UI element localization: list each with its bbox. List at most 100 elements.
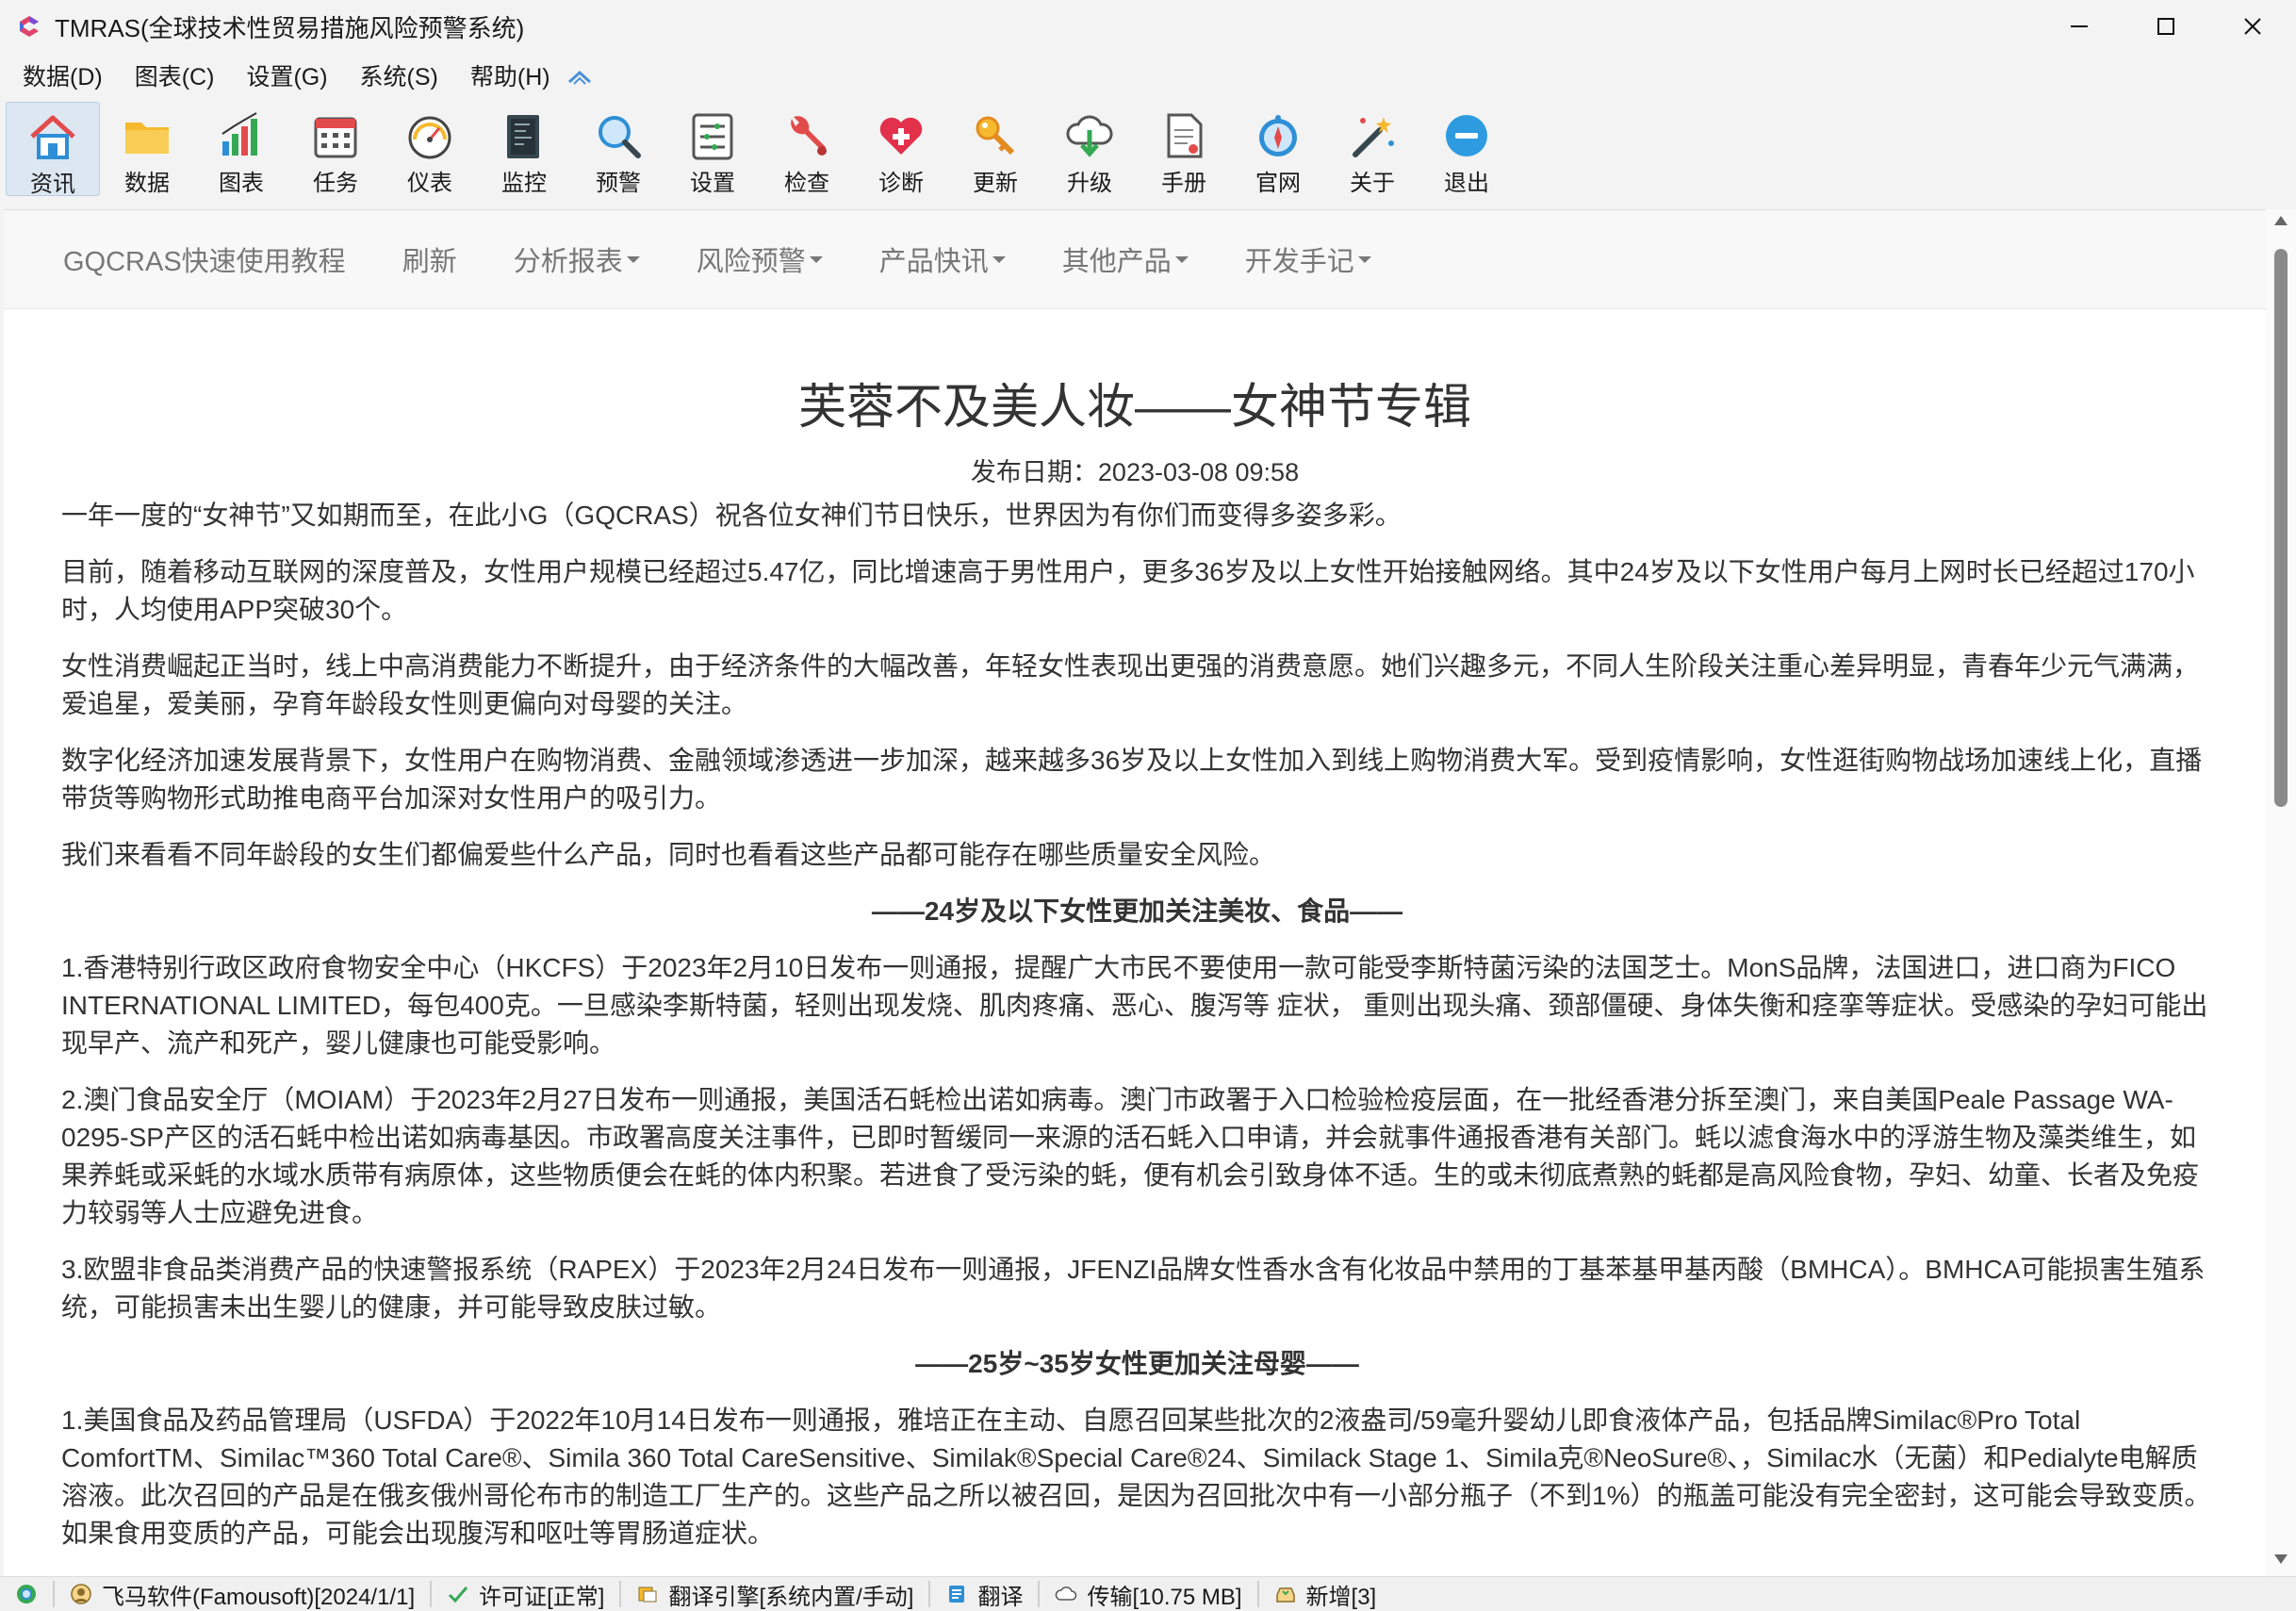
bar-chart-icon [215,109,268,162]
status-globe [0,1581,55,1607]
article-paragraph: 2.澳门食品安全厅（MOIAM）于2023年2月27日发布一则通报，美国活石蚝检… [61,1085,2200,1227]
menu-help[interactable]: 帮助(H) [454,55,566,100]
toolbar: 资讯 数据 图表 任务 仪表 监控 预警 设置 检查 诊断 更新 升级 手册 官… [6,102,1514,198]
article-paragraph: 1.美国食品及药品管理局（USFDA）于2022年10月14日发布一则通报，雅培… [61,1406,2211,1548]
nav-product-news-dropdown[interactable]: 产品快讯 [851,239,1034,279]
close-icon [2244,18,2261,35]
status-engine-text: 翻译引擎[系统内置/手动] [668,1584,914,1610]
nav-other-products-dropdown[interactable]: 其他产品 [1034,239,1217,279]
toolbar-label: 设置 [690,171,735,196]
menu-settings[interactable]: 设置(G) [230,55,343,100]
toolbar-warning-button[interactable]: 预警 [571,102,665,196]
scroll-up-arrow-icon[interactable] [2266,215,2296,234]
status-user: 飞马软件(Famousoft)[2024/1/1] [55,1581,433,1610]
article-paragraph: 我们来看看不同年龄段的女生们都偏爱些什么产品，同时也看看这些产品都可能存在哪些质… [61,840,1276,869]
menu-bar: 数据(D) 图表(C) 设置(G) 系统(S) 帮助(H) [0,55,2296,100]
scroll-down-arrow-icon[interactable] [2266,1553,2296,1572]
minimize-button[interactable] [2036,0,2123,53]
check-icon [447,1583,469,1605]
status-license-text: 许可证[正常] [479,1584,605,1610]
status-translate[interactable]: 翻译 [930,1581,1041,1610]
status-user-text: 飞马软件(Famousoft)[2024/1/1] [102,1584,416,1610]
home-icon [26,110,79,163]
toolbar-label: 退出 [1444,171,1489,196]
toolbar-label: 升级 [1067,171,1112,196]
heart-plus-icon [875,109,927,162]
toolbar-data-button[interactable]: 数据 [100,102,194,196]
toolbar-diagnose-button[interactable]: 诊断 [854,102,948,196]
toolbar-website-button[interactable]: 官网 [1231,102,1325,196]
cloud-icon [1055,1583,1077,1605]
status-new-text: 新增[3] [1305,1584,1377,1610]
menu-system[interactable]: 系统(S) [344,55,454,100]
article: 芙蓉不及美人妆——女神节专辑 发布日期：2023-03-08 09:58 一年一… [4,308,2266,1571]
toolbar-label: 更新 [973,171,1018,196]
toolbar-label: 官网 [1255,171,1301,196]
status-bar: 飞马软件(Famousoft)[2024/1/1] 许可证[正常] 翻译引擎[系… [0,1576,2296,1611]
status-license: 许可证[正常] [432,1581,622,1610]
toolbar-label: 诊断 [878,171,924,196]
gauge-icon [403,109,456,162]
vertical-scrollbar[interactable] [2266,209,2296,1576]
inbox-icon [1274,1583,1297,1605]
nav-label: 开发手记 [1244,247,1354,277]
toolbar-task-button[interactable]: 任务 [288,102,383,196]
magic-wand-icon [1346,109,1399,162]
caret-down-icon [626,255,640,263]
close-button[interactable] [2209,0,2296,53]
status-translate-text: 翻译 [977,1584,1024,1610]
toolbar-label: 数据 [124,171,170,196]
toolbar-settings-button[interactable]: 设置 [665,102,760,196]
toolbar-news-button[interactable]: 资讯 [6,102,100,197]
section-heading: ——24岁及以下女性更加关注美妆、食品—— [871,896,1403,926]
caret-down-icon [992,255,1006,263]
menu-data[interactable]: 数据(D) [0,55,119,100]
toolbar-label: 资讯 [30,172,75,197]
cloud-download-icon [1063,109,1116,162]
toolbar-upgrade-button[interactable]: 升级 [1042,102,1137,196]
collapse-ribbon-icon[interactable] [566,68,593,87]
toolbar-update-button[interactable]: 更新 [948,102,1042,196]
nav-risk-dropdown[interactable]: 风险预警 [668,239,851,279]
nav-label: 产品快讯 [878,247,989,277]
toolbar-label: 预警 [596,171,641,196]
translate-icon [945,1583,968,1605]
status-transfer: 传输[10.75 MB] [1040,1581,1259,1610]
nav-analysis-dropdown[interactable]: 分析报表 [485,239,668,279]
menu-chart[interactable]: 图表(C) [119,55,231,100]
status-translation-engine: 翻译引擎[系统内置/手动] [621,1581,931,1610]
nav-dev-notes-dropdown[interactable]: 开发手记 [1217,239,1400,279]
monitor-icon [498,109,550,162]
nav-label: 风险预警 [696,247,806,277]
scroll-thumb[interactable] [2274,249,2288,807]
nav-label: GQCRAS快速使用教程 [63,247,346,277]
article-paragraph: 目前，随着移动互联网的深度普及，女性用户规模已经超过5.47亿，同比增速高于男性… [61,557,2195,624]
window-title: TMRAS(全球技术性贸易措施风险预警系统) [55,13,525,42]
nav-tutorial-link[interactable]: GQCRAS快速使用教程 [4,239,374,279]
engine-icon [636,1583,659,1605]
document-icon [1157,109,1210,162]
exit-icon [1440,109,1493,162]
section-heading: ——25岁~35岁女性更加关注母婴—— [915,1349,1359,1378]
article-body: 一年一度的“女神节”又如期而至，在此小G（GQCRAS）祝各位女神们节日快乐，世… [4,497,2266,1553]
article-paragraph: 女性消费崛起正当时，线上中高消费能力不断提升，由于经济条件的大幅改善，年轻女性表… [61,651,2200,718]
article-paragraph: 3.欧盟非食品类消费产品的快速警报系统（RAPEX）于2023年2月24日发布一… [61,1255,2206,1322]
toolbar-exit-button[interactable]: 退出 [1419,102,1514,196]
toolbar-check-button[interactable]: 检查 [760,102,854,196]
article-paragraph: 数字化经济加速发展背景下，女性用户在购物消费、金融领域渗透进一步加深，越来越多3… [61,746,2203,813]
toolbar-gauge-button[interactable]: 仪表 [383,102,477,196]
toolbar-label: 手册 [1161,171,1206,196]
toolbar-label: 仪表 [407,171,452,196]
nav-refresh-link[interactable]: 刷新 [374,239,485,279]
app-logo-icon [17,14,41,39]
user-icon [70,1583,92,1605]
maximize-button[interactable] [2123,0,2209,53]
toolbar-chart-button[interactable]: 图表 [194,102,288,196]
status-transfer-text: 传输[10.75 MB] [1087,1584,1242,1610]
calendar-icon [309,109,362,162]
toolbar-manual-button[interactable]: 手册 [1137,102,1231,196]
toolbar-monitor-button[interactable]: 监控 [477,102,571,196]
toolbar-about-button[interactable]: 关于 [1325,102,1419,196]
article-paragraph: 1.香港特别行政区政府食物安全中心（HKCFS）于2023年2月10日发布一则通… [61,953,2208,1058]
content-navbar: GQCRAS快速使用教程 刷新 分析报表 风险预警 产品快讯 其他产品 开发手记 [4,210,2266,309]
